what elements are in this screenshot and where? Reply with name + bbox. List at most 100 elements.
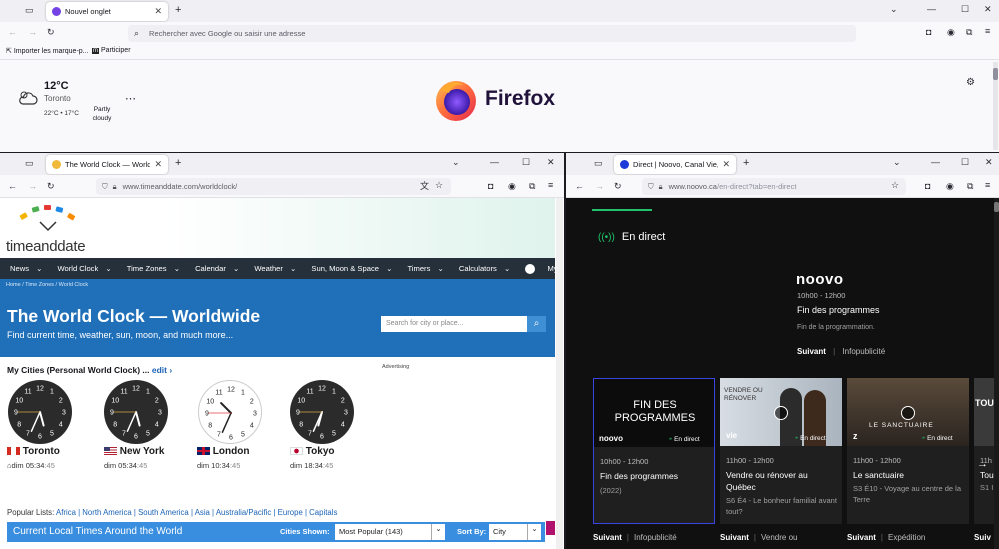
maximize-icon[interactable]: ☐ <box>961 5 969 14</box>
left-scrollbar[interactable] <box>556 198 563 549</box>
newtab-settings-gear-icon[interactable]: ⚙ <box>966 78 975 88</box>
maximize-icon[interactable]: ☐ <box>961 158 969 167</box>
extensions-icon[interactable]: ⧉ <box>529 182 535 191</box>
program-card-2[interactable]: VENDRE OU RÉNOVER vie ⁍ En direct 11h00 … <box>720 378 842 524</box>
scrollbar[interactable] <box>993 62 998 150</box>
timeanddate-wordmark[interactable]: timeanddate <box>6 238 86 255</box>
card2-next-link[interactable]: Vendre ou <box>761 533 797 542</box>
window-close-icon[interactable]: ✕ <box>985 158 993 167</box>
pocket-icon[interactable]: ◘ <box>488 182 493 191</box>
forward-icon[interactable]: → <box>595 182 604 191</box>
menu-calendar[interactable]: Calendar ⌄ <box>190 264 239 273</box>
left-url-bar[interactable]: ⛉ 🔒︎ www.timeanddate.com/worldclock/ <box>96 178 451 195</box>
back-icon[interactable]: ← <box>8 182 17 191</box>
pocket-icon[interactable]: ◘ <box>925 182 930 191</box>
menu-icon[interactable]: ≡ <box>985 27 990 36</box>
menu-sun-moon[interactable]: Sun, Moon & Space ⌄ <box>306 264 392 273</box>
new-tab-plus-icon[interactable]: + <box>743 158 749 169</box>
tab-overflow-chevron-icon[interactable]: ⌄ <box>890 5 898 14</box>
carousel-next-arrow-icon[interactable]: → <box>977 459 988 470</box>
cities-shown-select[interactable]: Most Popular (143) ⌄ <box>335 524 445 540</box>
maximize-icon[interactable]: ☐ <box>522 158 530 167</box>
tab-new-tab[interactable]: Nouvel onglet ✕ <box>46 2 168 21</box>
url-bar[interactable]: ⌕ Rechercher avec Google ou saisir une a… <box>128 25 856 42</box>
edit-link[interactable]: edit › <box>152 365 172 375</box>
city-new-york[interactable]: New York <box>104 446 164 457</box>
menu-timers[interactable]: Timers ⌄ <box>402 264 443 273</box>
tab-overflow-chevron-icon[interactable]: ⌄ <box>893 158 901 167</box>
menu-time-zones[interactable]: Time Zones ⌄ <box>122 264 180 273</box>
card3-suivant-link[interactable]: Suivant <box>847 533 876 542</box>
timeanddate-logo-icon[interactable] <box>18 204 80 234</box>
new-tab-plus-icon[interactable]: + <box>175 158 181 169</box>
bookmark-import[interactable]: ⇱ Importer les marque-p... <box>6 47 89 55</box>
bookmark-star-icon[interactable]: ☆ <box>891 181 899 190</box>
back-icon[interactable]: ← <box>575 182 584 191</box>
bookmark-participer[interactable]: m Participer <box>92 47 131 54</box>
extensions-icon[interactable]: ⧉ <box>966 28 972 37</box>
tab-world-clock[interactable]: The World Clock — Worldwide ✕ <box>46 155 168 174</box>
close-tab-icon[interactable]: ✕ <box>154 6 162 17</box>
minimize-icon[interactable]: — <box>931 158 940 167</box>
infopublicite-link[interactable]: Infopublicité <box>842 347 885 356</box>
close-tab-icon[interactable]: ✕ <box>154 159 162 170</box>
program-card-1[interactable]: FIN DES PROGRAMMES noovo ⁍ En direct 10h… <box>593 378 715 524</box>
forward-icon[interactable]: → <box>28 182 37 191</box>
menu-icon[interactable]: ≡ <box>548 181 553 190</box>
tab-list-icon[interactable]: ▭ <box>25 159 34 168</box>
sort-by-select[interactable]: City ⌄ <box>489 524 541 540</box>
tab-noovo[interactable]: Direct | Noovo, Canal Vie, Canal ✕ <box>614 155 736 174</box>
account-icon[interactable]: ◉ <box>508 182 516 191</box>
close-tab-icon[interactable]: ✕ <box>722 159 730 170</box>
link-europe[interactable]: Europe <box>278 508 303 517</box>
menu-world-clock[interactable]: World Clock ⌄ <box>52 264 111 273</box>
city-search-input[interactable]: Search for city or place... <box>381 316 527 332</box>
extensions-icon[interactable]: ⧉ <box>967 182 973 191</box>
account-icon[interactable]: ◉ <box>946 182 954 191</box>
city-london[interactable]: London <box>197 446 249 457</box>
menu-calculators[interactable]: Calculators ⌄ <box>454 264 510 273</box>
city-search-button[interactable]: ⌕ <box>527 316 546 332</box>
minimize-icon[interactable]: — <box>927 5 936 14</box>
card4-suivant-link[interactable]: Suiv <box>974 533 991 542</box>
right-scrollbar[interactable] <box>994 198 999 549</box>
reload-icon[interactable]: ↻ <box>614 182 622 191</box>
card2-suivant-link[interactable]: Suivant <box>720 533 749 542</box>
pocket-icon[interactable]: ◘ <box>926 28 931 37</box>
link-australia-pacific[interactable]: Australia/Pacific <box>216 508 271 517</box>
tab-list-icon[interactable]: ▭ <box>594 159 603 168</box>
menu-weather[interactable]: Weather ⌄ <box>249 264 296 273</box>
card3-next-link[interactable]: Expédition <box>888 533 925 542</box>
reload-icon[interactable]: ↻ <box>47 182 55 191</box>
weather-more-icon[interactable]: ⋯ <box>125 94 136 105</box>
forward-icon[interactable]: → <box>28 28 37 37</box>
window-close-icon[interactable]: ✕ <box>547 158 555 167</box>
card1-suivant-link[interactable]: Suivant <box>593 533 622 542</box>
menu-news[interactable]: News ⌄ <box>5 264 42 273</box>
right-url-bar[interactable]: ⛉ 🔒︎ www.noovo.ca/en-direct?tab=en-direc… <box>642 178 906 195</box>
account-icon[interactable]: ◉ <box>947 28 955 37</box>
ad-badge-icon[interactable] <box>546 521 555 535</box>
translate-icon[interactable]: 文 <box>420 182 429 191</box>
menu-icon[interactable]: ≡ <box>985 181 990 190</box>
program-card-3[interactable]: LE SANCTUAIRE z ⁍ En direct 11h00 - 12h0… <box>847 378 969 524</box>
minimize-icon[interactable]: — <box>490 158 499 167</box>
back-icon[interactable]: ← <box>8 28 17 37</box>
new-tab-plus-icon[interactable]: + <box>175 5 181 16</box>
tab-list-icon[interactable]: ▭ <box>25 6 34 15</box>
reload-icon[interactable]: ↻ <box>47 28 55 37</box>
bookmark-star-icon[interactable]: ☆ <box>435 181 443 190</box>
suivant-link[interactable]: Suivant <box>797 347 826 356</box>
city-toronto[interactable]: Toronto <box>7 446 60 457</box>
link-africa[interactable]: Africa <box>56 508 76 517</box>
page-title: The World Clock — Worldwide <box>7 306 261 326</box>
link-asia[interactable]: Asia <box>195 508 210 517</box>
card1-info-link[interactable]: Infopublicité <box>634 533 677 542</box>
link-capitals[interactable]: Capitals <box>309 508 337 517</box>
weather-widget[interactable]: 12°C Toronto 22°C • 17°C Partly cloudy <box>18 80 138 125</box>
tab-overflow-chevron-icon[interactable]: ⌄ <box>452 158 460 167</box>
link-south-america[interactable]: South America <box>138 508 189 517</box>
link-north-america[interactable]: North America <box>82 508 131 517</box>
city-tokyo[interactable]: Tokyo <box>290 446 335 457</box>
window-close-icon[interactable]: ✕ <box>984 5 992 14</box>
